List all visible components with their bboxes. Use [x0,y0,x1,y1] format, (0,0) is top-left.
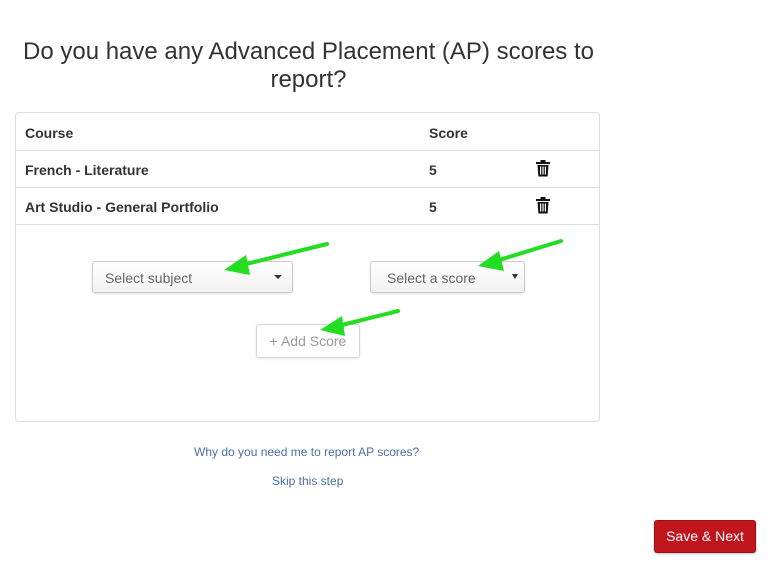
page-title: Do you have any Advanced Placement (AP) … [23,38,594,93]
score-value: 5 [429,162,437,178]
caret-down-icon [274,275,282,279]
why-report-link[interactable]: Why do you need me to report AP scores? [194,445,419,459]
ap-scores-page: Do you have any Advanced Placement (AP) … [0,0,770,571]
table-row: French - Literature 5 [16,151,599,188]
course-name: Art Studio - General Portfolio [25,199,219,215]
table-row: Art Studio - General Portfolio 5 [16,188,599,225]
trash-icon[interactable] [536,160,550,177]
save-next-button[interactable]: Save & Next [654,520,756,553]
add-score-button[interactable]: + Add Score [256,324,360,358]
score-value: 5 [429,199,437,215]
table-header-row: Course Score [16,114,599,151]
score-select-label: Select a score [387,270,476,286]
column-header-course: Course [25,125,74,141]
caret-down-icon [512,274,518,279]
column-header-score: Score [429,125,468,141]
subject-select[interactable]: Select subject [92,261,293,293]
score-select[interactable]: Select a score [370,261,525,293]
subject-select-label: Select subject [105,270,193,286]
trash-icon[interactable] [536,197,550,214]
course-name: French - Literature [25,162,149,178]
skip-step-link[interactable]: Skip this step [272,474,343,488]
